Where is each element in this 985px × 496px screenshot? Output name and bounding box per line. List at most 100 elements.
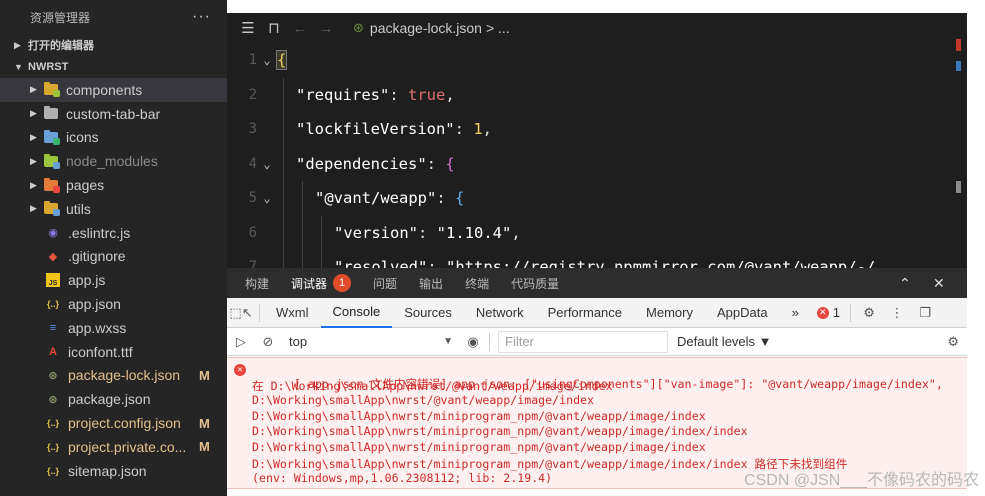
folder-item[interactable]: ▶ utils [0,197,227,221]
log-levels-select[interactable]: Default levels ▼ [677,334,772,349]
file-item[interactable]: {..} project.config.json M [0,411,227,435]
chevron-right-icon: ▶ [30,179,37,190]
tab-problems[interactable]: 问题 [373,275,397,292]
code-line: 4 ⌄ "dependencies": { [227,146,967,181]
open-editors-label: 打开的编辑器 [28,40,94,52]
code-line: 6 "version": "1.10.4", [227,215,967,250]
file-item[interactable]: {..} app.json [0,292,227,316]
tree-item-label: package.json [68,391,151,408]
tab-terminal[interactable]: 终端 [465,275,489,292]
console-settings-gear-icon[interactable]: ⚙ [947,334,959,350]
tab-network[interactable]: Network [464,298,536,328]
file-item[interactable]: ◉ .eslintrc.js [0,221,227,245]
line-number: 3 [248,121,257,138]
tree-item-label: iconfont.ttf [68,343,133,360]
context-select[interactable]: top ▼ [281,334,461,349]
chevron-right-icon: ▶ [30,84,37,95]
tab-sources[interactable]: Sources [392,298,464,328]
file-item[interactable]: {..} project.private.co... M [0,435,227,459]
kebab-menu-icon[interactable]: ⋮ [883,305,911,321]
close-panel-icon[interactable]: ✕ [933,275,945,292]
file-type-icon: {..} [46,418,59,429]
folder-icon [44,153,60,169]
file-type-icon: A [49,345,57,358]
error-counter[interactable]: ✕ 1 [811,298,846,328]
forward-arrow-icon[interactable]: → [313,20,339,37]
file-item[interactable]: {..} sitemap.json [0,459,227,483]
tab-console[interactable]: Console [320,298,393,328]
bookmark-icon[interactable]: ⊓ [261,19,287,37]
filter-input[interactable]: Filter [498,330,668,353]
file-type-icon: {..} [46,299,59,310]
tab-code-quality[interactable]: 代码质量 [511,275,559,292]
fold-chevron-icon[interactable]: ⌄ [257,157,277,171]
open-editors-section[interactable]: ▶ 打开的编辑器 [0,34,227,56]
console-line: ✕[ app.json 文件内容错误] app.json: ["usingCom… [234,362,967,391]
tab-memory[interactable]: Memory [634,298,705,328]
file-tree: ▶ components ▶ custom-tab-bar ▶ icons ▶ node_mo… [0,78,227,483]
list-icon[interactable]: ☰ [235,19,261,37]
tab-output[interactable]: 输出 [419,275,443,292]
tab-wxml[interactable]: Wxml [264,298,321,328]
file-item[interactable]: JS app.js [0,268,227,292]
code-text: "@vant/weapp": { [315,189,465,208]
clear-console-icon[interactable]: ⊘ [255,334,281,350]
more-tabs-button[interactable]: » [780,298,811,328]
folder-item[interactable]: ▶ node_modules [0,149,227,173]
console-line: D:\Working\smallApp\nwrst/miniprogram_np… [252,424,748,439]
file-item[interactable]: ◆ .gitignore [0,245,227,269]
sidebar-toggle-icon[interactable]: ▷ [227,334,255,350]
file-type-icon: {..} [46,465,59,476]
back-arrow-icon[interactable]: ← [287,20,313,37]
tree-item-label: app.json [68,296,121,313]
tree-item-label: app.wxss [68,319,127,336]
debugger-count-badge: 1 [333,274,352,292]
fold-chevron-icon[interactable]: ⌄ [257,191,277,205]
code-text: "dependencies": { [296,154,455,173]
project-section[interactable]: ▼ NWRST [0,56,227,78]
tab-build[interactable]: 构建 [245,275,269,292]
chevron-right-icon: ▶ [30,155,37,166]
folder-item[interactable]: ▶ components [0,78,227,102]
inspect-element-icon[interactable]: ⬚↖ [227,305,255,321]
chevron-right-icon: ▶ [30,108,37,119]
indent-guide [321,250,322,268]
code-area[interactable]: 1 ⌄{2 "requires": true, 3 "lockfileVersion":… [227,43,967,268]
more-actions-icon[interactable]: ··· [192,8,211,26]
file-item[interactable]: ≡ app.wxss [0,316,227,340]
tree-item-label: node_modules [66,153,158,170]
collapse-panel-icon[interactable]: ⌃ [899,275,911,292]
breadcrumb-file[interactable]: package-lock.json [370,20,482,36]
file-item[interactable]: ⊛ package.json [0,387,227,411]
folder-icon [44,129,60,145]
chevron-down-icon: ▼ [14,62,23,72]
explorer-sidebar: 资源管理器 ··· ▶ 打开的编辑器 ▼ NWRST ▶ components ▶ c… [0,0,227,496]
dock-icon[interactable]: ❐ [911,305,939,321]
breadcrumb-tail[interactable]: > ... [486,20,510,36]
file-type-icon: ◉ [48,227,58,240]
indent-guide [283,77,284,112]
tab-debugger[interactable]: 调试器 1 [291,274,352,300]
console-line: 在 D:\Working\smallApp\nwrst/@vant/weapp/… [252,378,613,393]
folder-item[interactable]: ▶ pages [0,173,227,197]
code-text: "requires": true, [296,85,455,104]
divider [259,303,260,322]
devtools-tabbar: ⬚↖ Wxml Console Sources Network Performa… [227,298,967,328]
code-editor: ☰ ⊓ ← → ⊛ package-lock.json > ... 1 ⌄{2 "r… [227,13,967,268]
tree-item-label: .eslintrc.js [68,224,131,241]
file-item[interactable]: Aiconfont.ttf [0,340,227,364]
tab-performance[interactable]: Performance [536,298,634,328]
eye-icon[interactable]: ◉ [461,334,485,350]
tab-appdata[interactable]: AppData [705,298,780,328]
code-text: "version": "1.10.4", [334,223,521,242]
fold-chevron-icon[interactable]: ⌄ [257,53,277,67]
file-type-icon: ⊛ [48,393,58,406]
scrollbar-thumb[interactable] [956,181,961,193]
indent-guide [283,215,284,250]
settings-gear-icon[interactable]: ⚙ [855,305,883,321]
folder-item[interactable]: ▶ custom-tab-bar [0,102,227,126]
divider [489,332,490,351]
folder-item[interactable]: ▶ icons [0,126,227,150]
code-line: 5 ⌄ "@vant/weapp": { [227,181,967,216]
file-item[interactable]: ⊛ package-lock.json M [0,364,227,388]
